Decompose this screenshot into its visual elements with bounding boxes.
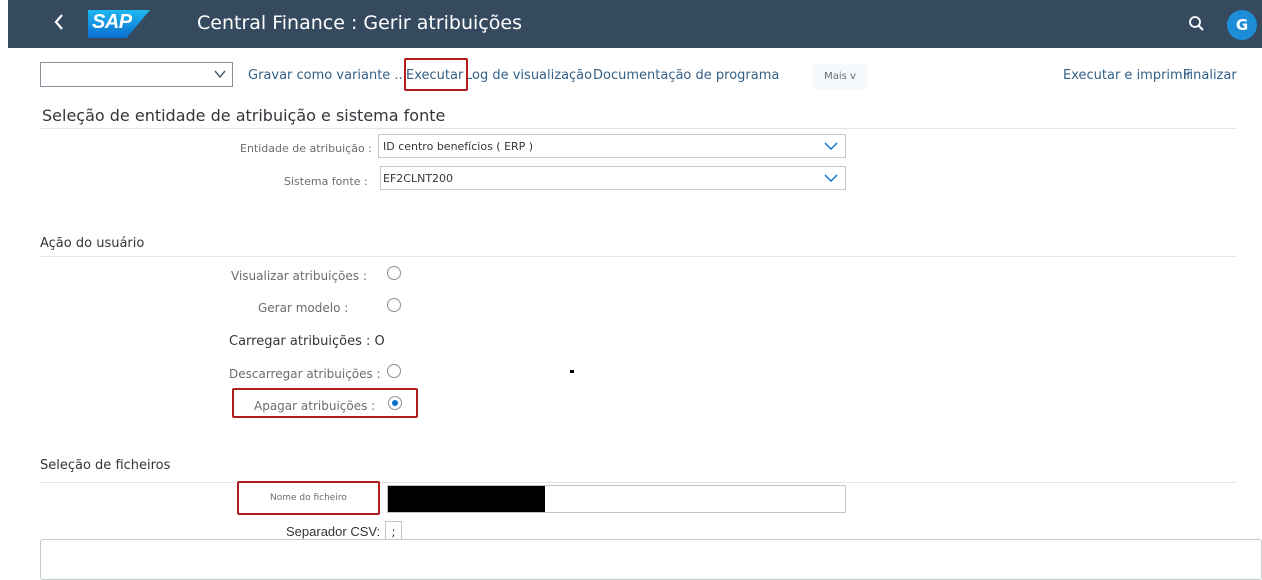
- execute-print-button[interactable]: Executar e imprimir: [1063, 68, 1192, 83]
- option-label-template: Gerar modelo :: [258, 301, 349, 315]
- section-title-entity: Seleção de entidade de atribuição e sist…: [42, 106, 446, 125]
- divider: [40, 128, 1236, 129]
- more-arrow: v: [850, 71, 856, 82]
- chevron-left-icon[interactable]: [52, 12, 66, 37]
- stray-mark: [570, 370, 574, 373]
- program-docs-button[interactable]: Documentação de programa: [593, 68, 779, 83]
- section-title-action: Ação do usuário: [40, 236, 145, 251]
- radio-template[interactable]: [387, 298, 401, 312]
- radio-view[interactable]: [387, 266, 401, 280]
- option-label-view: Visualizar atribuições :: [231, 269, 367, 283]
- radio-download[interactable]: [387, 364, 401, 378]
- entity-select[interactable]: ID centro benefícios ( ERP ): [378, 134, 846, 158]
- highlight-box: [404, 58, 468, 91]
- variant-select[interactable]: [40, 62, 233, 87]
- chevron-down-icon: [824, 142, 838, 150]
- search-icon[interactable]: [1188, 15, 1206, 33]
- more-button[interactable]: Mais v: [812, 64, 868, 90]
- divider: [40, 482, 1236, 483]
- option-label-upload[interactable]: Carregar atribuições : O: [229, 334, 385, 349]
- entity-value: ID centro benefícios ( ERP ): [383, 140, 534, 153]
- more-label: Mais: [824, 71, 847, 82]
- redaction-block: [388, 486, 545, 512]
- section-title-files: Seleção de ficheiros: [40, 458, 171, 473]
- finish-button[interactable]: Finalizar: [1183, 68, 1237, 83]
- user-avatar[interactable]: G: [1227, 10, 1257, 40]
- divider: [40, 256, 1236, 257]
- csv-separator-label: Separador CSV:: [286, 524, 381, 539]
- entity-label: Entidade de atribuição :: [240, 142, 372, 155]
- app-title: Central Finance : Gerir atribuições: [197, 12, 522, 34]
- highlight-box: [232, 388, 418, 418]
- highlight-box: [237, 481, 380, 515]
- sap-logo-text: SAP: [92, 11, 132, 33]
- save-variant-button[interactable]: Gravar como variante ...: [248, 68, 407, 83]
- view-log-button[interactable]: Log de visualização: [465, 68, 592, 83]
- source-value: EF2CLNT200: [383, 172, 454, 185]
- option-label-download: Descarregar atribuições :: [229, 367, 381, 381]
- source-label: Sistema fonte :: [284, 175, 368, 188]
- chevron-down-icon: [824, 174, 838, 182]
- source-select[interactable]: EF2CLNT200: [380, 166, 846, 190]
- footer-panel: [40, 539, 1262, 580]
- chevron-down-icon: [214, 70, 226, 79]
